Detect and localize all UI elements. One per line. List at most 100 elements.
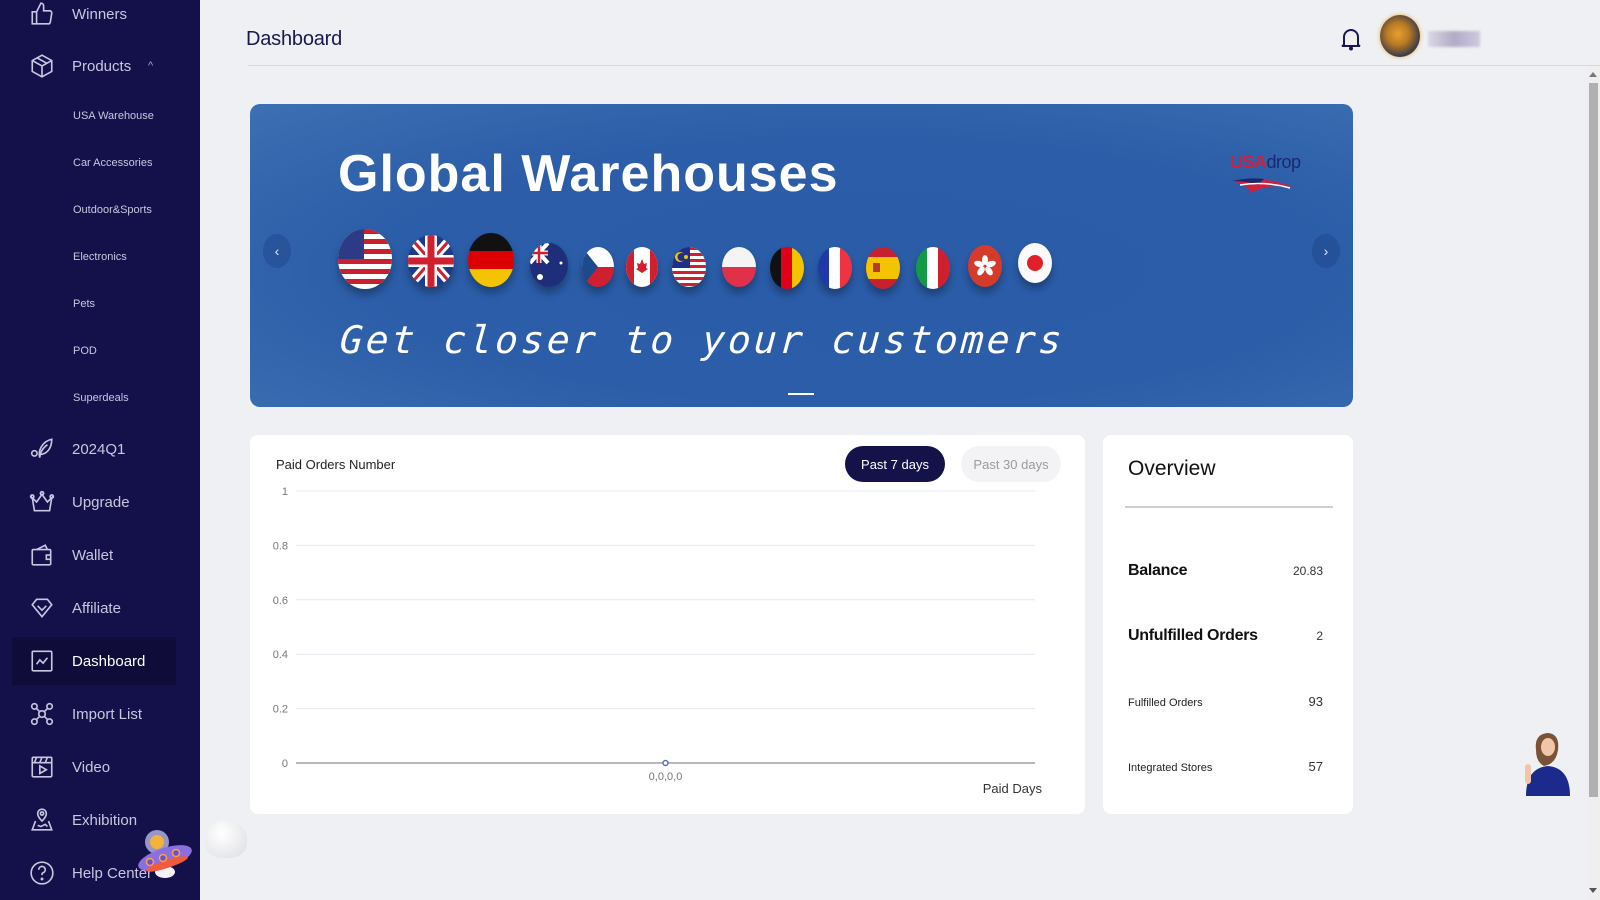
banner-carousel[interactable]: Global Warehouses Get closer to your cus… xyxy=(250,104,1353,407)
map-pin-icon xyxy=(28,806,56,834)
sidebar-subitem-outdoor-sports[interactable]: Outdoor&Sports xyxy=(73,204,152,216)
sidebar-item-label: Products xyxy=(72,57,132,75)
flag-czech-icon xyxy=(582,247,614,287)
overview-value: 93 xyxy=(1308,694,1323,709)
sidebar-item-label: Winners xyxy=(72,5,128,23)
flag-hong-kong-icon xyxy=(968,245,1002,287)
leaf-icon xyxy=(28,435,56,463)
sidebar-item-dashboard[interactable]: Dashboard xyxy=(12,637,176,685)
support-agent-avatar[interactable] xyxy=(1522,728,1574,796)
overview-value: 20.83 xyxy=(1292,564,1323,578)
y-tick-label: 1 xyxy=(282,486,288,498)
past-30-days-button[interactable]: Past 30 days xyxy=(961,446,1061,482)
sidebar-subitem-superdeals[interactable]: Superdeals xyxy=(73,392,129,404)
sidebar-item-winners[interactable]: Winners xyxy=(12,0,176,38)
sidebar-subitem-pod[interactable]: POD xyxy=(73,345,97,357)
y-tick-label: 0.8 xyxy=(273,540,288,552)
overview-row-fulfilled[interactable]: Fulfilled Orders 93 xyxy=(1128,694,1323,709)
paid-orders-chart-card: 0 0.2 0.4 0.6 0.8 1 0,0,0,0 Paid Days Paid Orde… xyxy=(250,435,1085,814)
avatar[interactable] xyxy=(1380,15,1420,57)
y-tick-label: 0 xyxy=(282,758,288,770)
banner-subtitle: Get closer to your customers xyxy=(338,318,1067,362)
bell-icon[interactable] xyxy=(1339,26,1363,52)
scrollbar-thumb[interactable] xyxy=(1589,83,1598,797)
flag-usa-icon xyxy=(338,229,392,289)
sidebar-item-import-list[interactable]: Import List xyxy=(12,690,176,738)
overview-row-unfulfilled[interactable]: Unfulfilled Orders 2 xyxy=(1128,627,1323,645)
flag-malaysia-icon xyxy=(672,247,706,287)
sidebar-subitem-pets[interactable]: Pets xyxy=(73,298,95,310)
overview-value: 57 xyxy=(1308,759,1323,774)
sidebar-item-label: Video xyxy=(72,758,111,776)
ufo-mascot-icon[interactable] xyxy=(135,820,195,880)
carousel-prev-button[interactable]: ‹ xyxy=(263,234,291,268)
overview-label: Integrated Stores xyxy=(1128,762,1213,774)
network-icon xyxy=(28,700,56,728)
usadrop-logo: USAdrop xyxy=(1230,152,1302,202)
overview-card: Overview Balance 20.83 Unfulfilled Order… xyxy=(1103,435,1353,814)
scroll-up-icon[interactable] xyxy=(1589,72,1597,77)
username-blurred[interactable] xyxy=(1428,31,1480,47)
overview-divider xyxy=(1125,506,1333,508)
video-icon xyxy=(28,753,56,781)
sidebar-item-affiliate[interactable]: Affiliate xyxy=(12,584,176,632)
sidebar-item-label: Import List xyxy=(72,705,143,723)
thumbs-up-icon xyxy=(28,0,56,28)
chart-line-icon xyxy=(28,647,56,675)
sidebar-subitem-usa-warehouse[interactable]: USA Warehouse xyxy=(73,110,154,122)
flag-uk-icon xyxy=(408,235,454,287)
page-scrollbar[interactable] xyxy=(1587,66,1600,900)
y-tick-label: 0.2 xyxy=(273,704,288,716)
flag-italy-icon xyxy=(916,247,950,289)
cloud-decoration xyxy=(205,820,247,858)
question-icon xyxy=(28,859,56,887)
wallet-icon xyxy=(28,541,56,569)
x-tick-label: 0,0,0,0 xyxy=(649,771,683,783)
overview-label: Unfulfilled Orders xyxy=(1128,627,1258,644)
sidebar-item-video[interactable]: Video xyxy=(12,743,176,791)
overview-title: Overview xyxy=(1128,457,1216,480)
crown-icon xyxy=(28,488,56,516)
chart-title: Paid Orders Number xyxy=(276,457,396,472)
sidebar: Winners Products ^ USA Warehouse Car Acc… xyxy=(0,0,200,900)
flag-france-icon xyxy=(818,247,852,289)
sidebar-item-2024q1[interactable]: 2024Q1 xyxy=(12,425,176,473)
past-7-days-button[interactable]: Past 7 days xyxy=(845,446,945,482)
sidebar-item-wallet[interactable]: Wallet xyxy=(12,531,176,579)
sidebar-subitem-electronics[interactable]: Electronics xyxy=(73,251,127,263)
y-tick-label: 0.6 xyxy=(273,595,288,607)
overview-label: Balance xyxy=(1128,562,1188,579)
page-title: Dashboard xyxy=(246,28,343,50)
sidebar-item-products[interactable]: Products ^ xyxy=(12,42,176,90)
flag-canada-icon xyxy=(626,247,658,287)
flag-swoosh-icon xyxy=(1232,178,1294,193)
carousel-indicator[interactable] xyxy=(788,393,814,395)
carousel-next-button[interactable]: › xyxy=(1312,234,1340,268)
logo-text-drop: drop xyxy=(1266,152,1302,172)
y-tick-label: 0.4 xyxy=(273,649,288,661)
sidebar-subitem-car-accessories[interactable]: Car Accessories xyxy=(73,157,152,169)
sidebar-item-label: 2024Q1 xyxy=(72,440,126,458)
overview-row-balance: Balance 20.83 xyxy=(1128,562,1323,580)
sidebar-item-label: Dashboard xyxy=(72,652,146,670)
x-axis-title: Paid Days xyxy=(983,781,1043,796)
flag-germany-icon xyxy=(468,233,514,287)
flag-spain-icon xyxy=(866,247,900,289)
flag-belgium-icon xyxy=(770,247,804,289)
header-divider xyxy=(248,65,1600,66)
overview-label: Fulfilled Orders xyxy=(1128,697,1203,709)
overview-row-stores[interactable]: Integrated Stores 57 xyxy=(1128,759,1323,774)
sidebar-item-label: Upgrade xyxy=(72,493,130,511)
flag-japan-icon xyxy=(1018,243,1052,283)
overview-value: 2 xyxy=(1316,629,1323,643)
sidebar-item-label: Exhibition xyxy=(72,811,138,829)
sidebar-item-label: Wallet xyxy=(72,546,114,564)
flag-poland-icon xyxy=(722,247,756,287)
paid-orders-chart: 0 0.2 0.4 0.6 0.8 1 0,0,0,0 Paid Days xyxy=(273,486,1043,796)
scroll-down-icon[interactable] xyxy=(1589,888,1597,893)
sidebar-item-label: Affiliate xyxy=(72,599,121,617)
sidebar-item-upgrade[interactable]: Upgrade xyxy=(12,478,176,526)
diamond-icon xyxy=(28,594,56,622)
chevron-up-icon[interactable]: ^ xyxy=(148,60,153,72)
data-point xyxy=(662,759,669,767)
